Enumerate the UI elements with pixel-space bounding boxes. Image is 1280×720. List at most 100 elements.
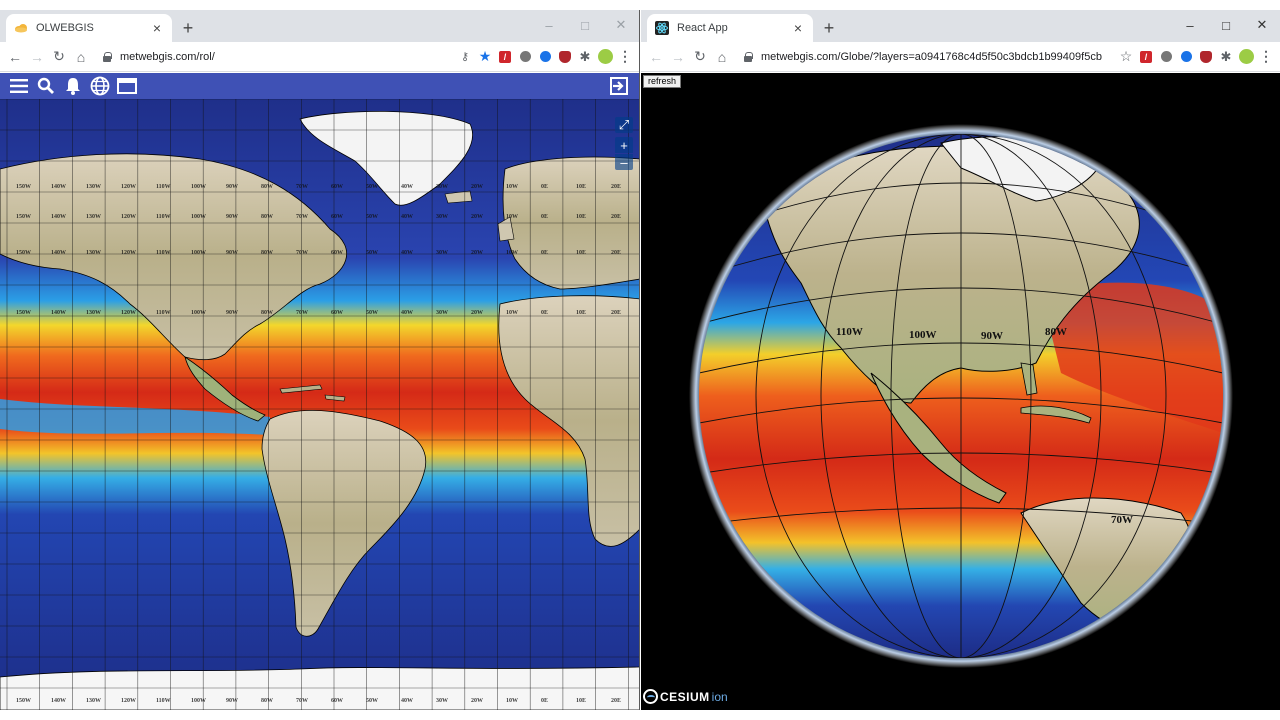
address-bar[interactable]: metwebgis.com/Globe/?layers=a0941768c4d5… xyxy=(737,45,1112,69)
longitude-label: 20W xyxy=(471,184,483,190)
minimize-button[interactable]: – xyxy=(1172,12,1208,38)
bookmark-star-icon[interactable]: ☆ xyxy=(1116,47,1136,67)
longitude-label: 120W xyxy=(121,184,136,190)
new-tab-button[interactable]: + xyxy=(817,16,841,40)
tab-title: OLWEBGIS xyxy=(36,22,94,34)
longitude-label: 110W xyxy=(156,310,171,316)
browser-window-react-app: React App × + – □ ✕ ← → ↻ ⌂ metwebgis.co… xyxy=(641,10,1280,710)
maximize-button[interactable]: □ xyxy=(567,12,603,38)
profile-avatar[interactable] xyxy=(595,47,615,67)
flat-map-view[interactable]: 150W 140W 130W 120W 110W 100W 90W 80W 70W 60W 50W 4… xyxy=(0,99,639,710)
longitude-label: 40W xyxy=(401,250,413,256)
zoom-in-button[interactable]: + xyxy=(615,137,633,153)
search-icon[interactable] xyxy=(33,75,59,97)
key-icon[interactable]: ⚷ xyxy=(455,47,475,67)
close-window-button[interactable]: ✕ xyxy=(1244,12,1280,38)
refresh-button[interactable]: refresh xyxy=(643,75,682,88)
browser-menu-icon[interactable]: ⋮ xyxy=(615,47,635,67)
extension-blue-icon[interactable] xyxy=(535,47,555,67)
extension-gray-icon[interactable] xyxy=(515,47,535,67)
globe-view[interactable]: 110W 100W 90W 80W 70W refresh CESIUM ion xyxy=(641,73,1280,710)
longitude-label: 10W xyxy=(506,698,518,704)
window-controls: – □ ✕ xyxy=(531,12,639,38)
logout-icon[interactable] xyxy=(606,75,632,97)
longitude-label: 110W xyxy=(156,250,171,256)
window-icon[interactable] xyxy=(114,75,140,97)
forward-button[interactable]: → xyxy=(26,46,48,68)
bell-icon[interactable] xyxy=(60,75,86,97)
longitude-label: 20E xyxy=(611,250,621,256)
zoom-out-button[interactable]: – xyxy=(615,154,633,170)
minimize-button[interactable]: – xyxy=(531,12,567,38)
longitude-label: 40W xyxy=(401,214,413,220)
longitude-label: 50W xyxy=(366,698,378,704)
cesium-logo-icon xyxy=(643,689,658,704)
forward-button[interactable]: → xyxy=(667,46,689,68)
longitude-label: 130W xyxy=(86,184,101,190)
tab-strip: OLWEBGIS × + – □ ✕ xyxy=(0,10,639,42)
longitude-label: 100W xyxy=(191,698,206,704)
cesium-ion-attribution[interactable]: CESIUM ion xyxy=(643,689,728,704)
close-window-button[interactable]: ✕ xyxy=(603,12,639,38)
close-tab-icon[interactable]: × xyxy=(791,20,805,36)
menu-icon[interactable] xyxy=(6,75,32,97)
extension-shield-icon[interactable] xyxy=(1196,47,1216,67)
longitude-label: 100W xyxy=(191,310,206,316)
longitude-label: 60W xyxy=(331,698,343,704)
extensions-puzzle-icon[interactable]: ✱ xyxy=(575,47,595,67)
sst-flat-map: 150W 140W 130W 120W 110W 100W 90W 80W 70W 60W 50W 4… xyxy=(0,99,639,710)
globe-icon[interactable] xyxy=(87,75,113,97)
longitude-label: 50W xyxy=(366,184,378,190)
home-button[interactable]: ⌂ xyxy=(70,46,92,68)
new-tab-button[interactable]: + xyxy=(176,16,200,40)
longitude-label: 150W xyxy=(16,250,31,256)
globe-label-70w: 70W xyxy=(1111,514,1133,526)
globe-label-110w: 110W xyxy=(836,326,863,338)
longitude-label: 150W xyxy=(16,184,31,190)
cloud-favicon-icon xyxy=(14,21,28,35)
reload-button[interactable]: ↻ xyxy=(689,46,711,68)
bookmark-star-icon[interactable]: ★ xyxy=(475,47,495,67)
longitude-label: 80W xyxy=(261,250,273,256)
longitude-label: 90W xyxy=(226,698,238,704)
profile-avatar[interactable] xyxy=(1236,47,1256,67)
longitude-label: 50W xyxy=(366,214,378,220)
back-button[interactable]: ← xyxy=(4,46,26,68)
longitude-label: 150W xyxy=(16,310,31,316)
longitude-label: 110W xyxy=(156,214,171,220)
fullscreen-button[interactable]: ⤢ xyxy=(615,117,633,133)
longitude-label: 150W xyxy=(16,214,31,220)
window-controls: – □ ✕ xyxy=(1172,12,1280,38)
tab-react-app[interactable]: React App × xyxy=(647,14,813,42)
longitude-label: 30W xyxy=(436,214,448,220)
longitude-label: 20W xyxy=(471,214,483,220)
close-tab-icon[interactable]: × xyxy=(150,20,164,36)
longitude-label: 140W xyxy=(51,698,66,704)
tab-title: React App xyxy=(677,22,728,34)
maximize-button[interactable]: □ xyxy=(1208,12,1244,38)
extensions-puzzle-icon[interactable]: ✱ xyxy=(1216,47,1236,67)
extension-shield-icon[interactable] xyxy=(555,47,575,67)
browser-menu-icon[interactable]: ⋮ xyxy=(1256,47,1276,67)
extension-blue-icon[interactable] xyxy=(1176,47,1196,67)
longitude-label: 140W xyxy=(51,214,66,220)
address-bar[interactable]: metwebgis.com/rol/ xyxy=(96,45,451,69)
longitude-label: 70W xyxy=(296,214,308,220)
longitude-label: 10E xyxy=(576,310,586,316)
longitude-label: 120W xyxy=(121,214,136,220)
sst-globe: 110W 100W 90W 80W 70W xyxy=(689,124,1233,668)
extension-gray-icon[interactable] xyxy=(1156,47,1176,67)
home-button[interactable]: ⌂ xyxy=(711,46,733,68)
longitude-label: 70W xyxy=(296,698,308,704)
longitude-label: 60W xyxy=(331,310,343,316)
longitude-label: 10E xyxy=(576,214,586,220)
extension-red-icon[interactable]: / xyxy=(495,47,515,67)
longitude-label: 20E xyxy=(611,184,621,190)
tab-olwebgis[interactable]: OLWEBGIS × xyxy=(6,14,172,42)
reload-button[interactable]: ↻ xyxy=(48,46,70,68)
longitude-label: 140W xyxy=(51,310,66,316)
extension-red-icon[interactable]: / xyxy=(1136,47,1156,67)
back-button[interactable]: ← xyxy=(645,46,667,68)
longitude-label: 90W xyxy=(226,310,238,316)
browser-toolbar: ← → ↻ ⌂ metwebgis.com/Globe/?layers=a094… xyxy=(641,42,1280,72)
